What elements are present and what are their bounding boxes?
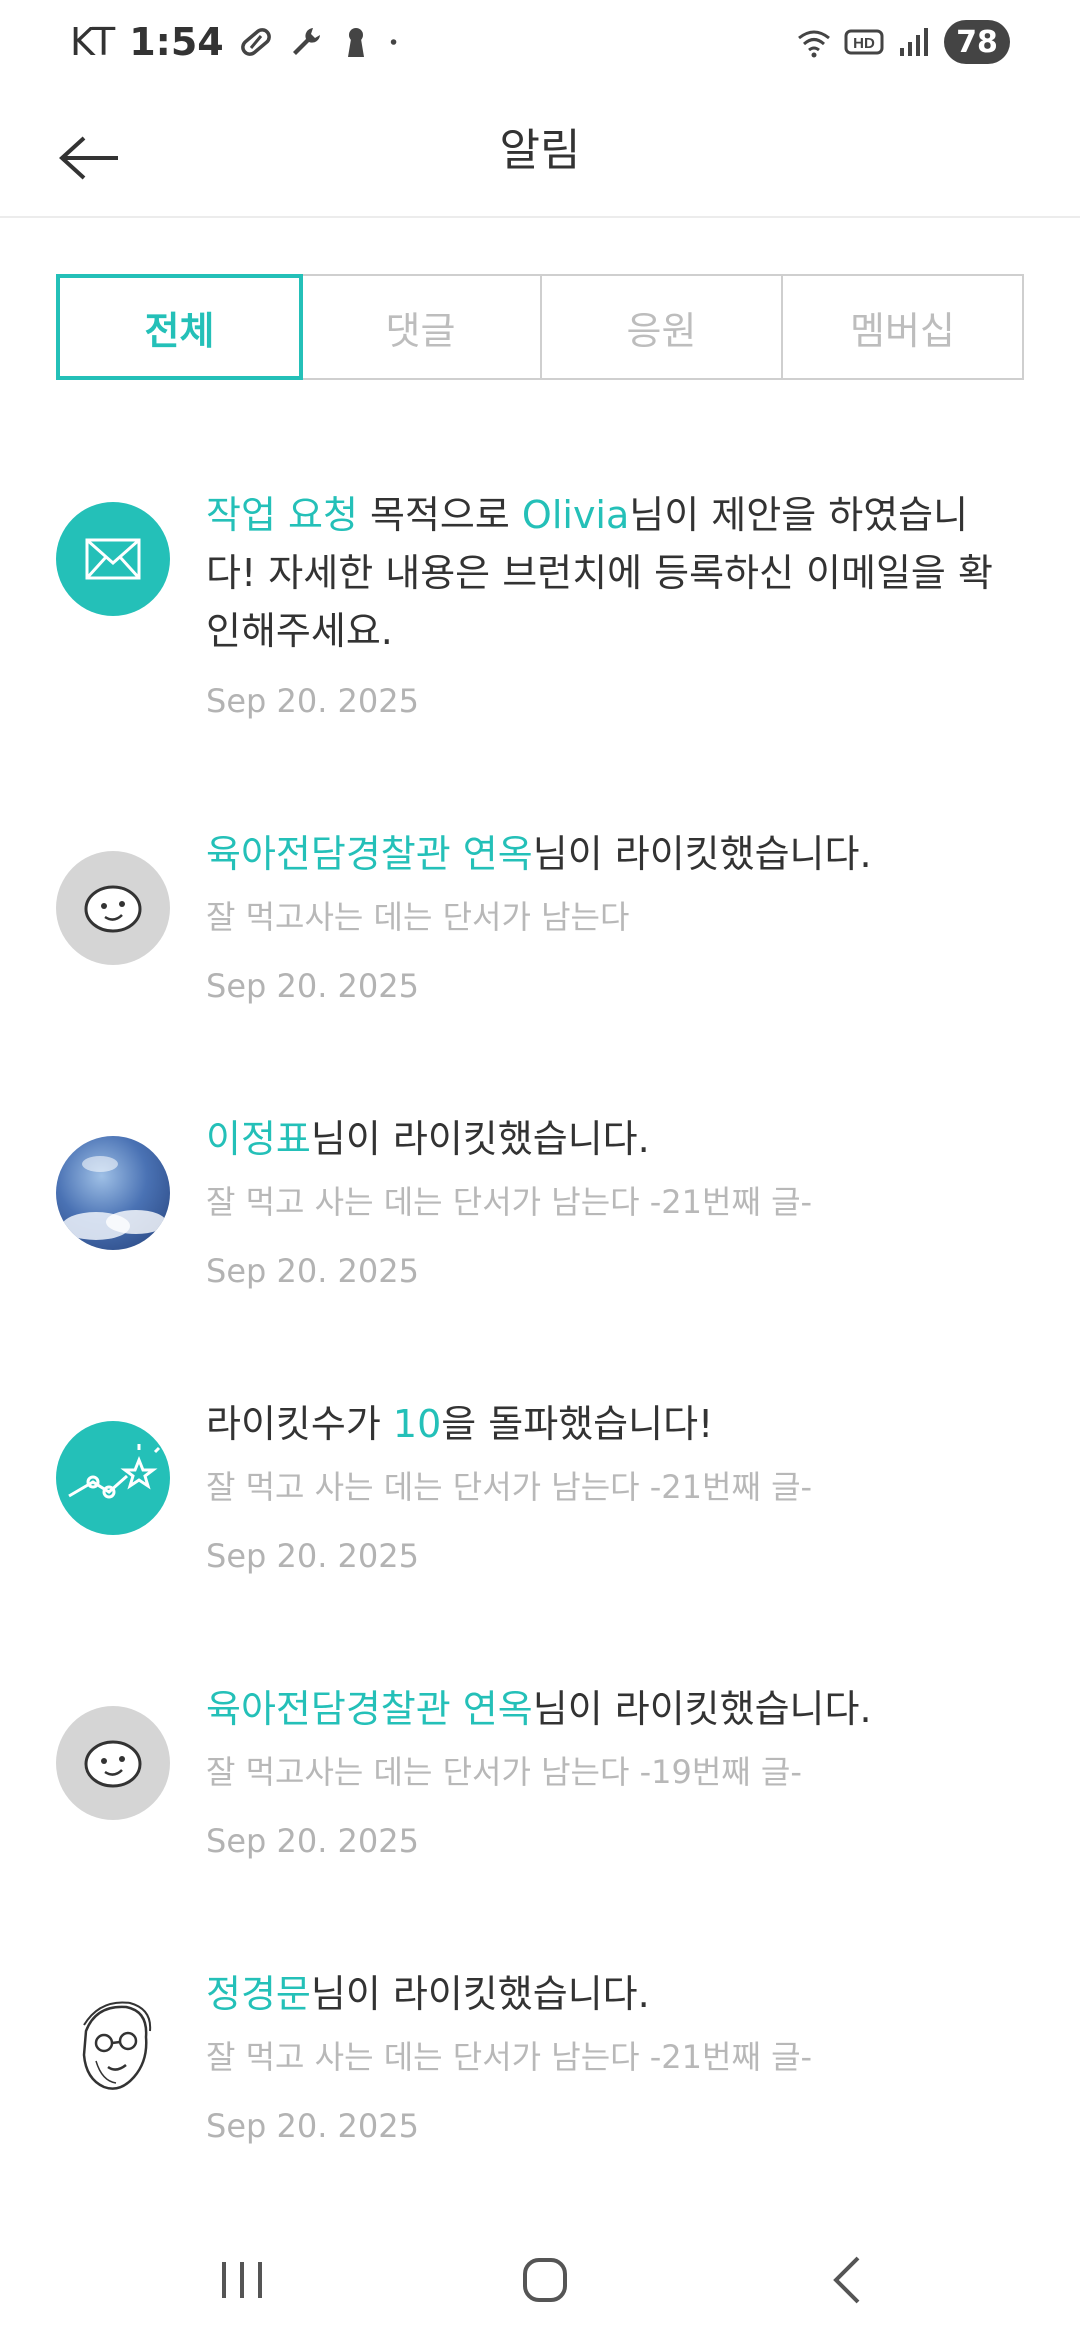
highlight-text: 정경문 — [206, 1972, 311, 2016]
highlight-text: 이정표 — [206, 1117, 311, 1161]
carrier-label: KT — [70, 20, 116, 64]
svg-text:HD: HD — [853, 35, 875, 52]
notification-content: 육아전담경찰관 연옥님이 라이킷했습니다. 잘 먹고사는 데는 단서가 남는다 … — [206, 1680, 1016, 1860]
notification-date: Sep 20. 2025 — [206, 2107, 419, 2145]
status-left: KT 1:54 — [70, 18, 408, 66]
notification-content: 라이킷수가 10을 돌파했습니다! 잘 먹고 사는 데는 단서가 남는다 -21… — [206, 1395, 1016, 1575]
notification-message: 육아전담경찰관 연옥님이 라이킷했습니다. — [206, 1680, 1016, 1738]
notification-message: 작업 요청 목적으로 Olivia님이 제안을 하였습니다! 자세한 내용은 브… — [206, 486, 1016, 660]
notification-item[interactable]: 정경문님이 라이킷했습니다. 잘 먹고 사는 데는 단서가 남는다 -21번째 … — [0, 1965, 1080, 2225]
notification-date: Sep 20. 2025 — [206, 1822, 419, 1860]
notification-message: 이정표님이 라이킷했습니다. — [206, 1110, 1016, 1168]
notification-content: 정경문님이 라이킷했습니다. 잘 먹고 사는 데는 단서가 남는다 -21번째 … — [206, 1965, 1016, 2145]
sky-photo-avatar — [56, 1136, 170, 1250]
notification-date: Sep 20. 2025 — [206, 682, 419, 720]
home-icon — [523, 2258, 567, 2302]
notification-item[interactable]: 이정표님이 라이킷했습니다. 잘 먹고 사는 데는 단서가 남는다 -21번째 … — [0, 1110, 1080, 1370]
notification-subtitle: 잘 먹고사는 데는 단서가 남는다 — [206, 898, 630, 936]
nav-back-icon — [833, 2256, 860, 2304]
system-nav-bar — [0, 2220, 1080, 2340]
notification-message: 정경문님이 라이킷했습니다. — [206, 1965, 1016, 2023]
notification-date: Sep 20. 2025 — [206, 1252, 419, 1290]
wifi-icon — [798, 30, 830, 58]
notification-item[interactable]: 라이킷수가 10을 돌파했습니다! 잘 먹고 사는 데는 단서가 남는다 -21… — [0, 1395, 1080, 1655]
notification-message: 육아전담경찰관 연옥님이 라이킷했습니다. — [206, 825, 1016, 883]
highlight-text: 육아전담경찰관 연옥 — [206, 1687, 533, 1731]
battery-indicator: 78 — [944, 20, 1010, 64]
message-text: 님이 라이킷했습니다. — [310, 1117, 650, 1161]
dot-icon — [390, 39, 397, 45]
nav-back-button[interactable] — [808, 2250, 888, 2310]
envelope-icon — [56, 502, 170, 616]
highlight-text: 작업 요청 — [206, 493, 358, 537]
recent-apps-button[interactable] — [202, 2250, 282, 2310]
hd-icon: HD — [844, 29, 884, 55]
smiley-face-avatar — [56, 851, 170, 965]
notification-item[interactable]: 작업 요청 목적으로 Olivia님이 제안을 하였습니다! 자세한 내용은 브… — [0, 470, 1080, 760]
message-text: 라이킷수가 — [206, 1402, 393, 1446]
page-title: 알림 — [499, 125, 581, 176]
status-bar: KT 1:54 HD 78 — [0, 0, 1080, 84]
status-right: HD 78 — [796, 18, 1010, 66]
notification-content: 작업 요청 목적으로 Olivia님이 제안을 하였습니다! 자세한 내용은 브… — [206, 486, 1016, 720]
message-text: 님이 라이킷했습니다. — [532, 1687, 872, 1731]
tab-membership[interactable]: 멤버십 — [783, 276, 1022, 378]
notification-subtitle: 잘 먹고 사는 데는 단서가 남는다 -21번째 글- — [206, 1468, 813, 1506]
highlight-text: 10 — [392, 1402, 442, 1446]
app-header: 알림 — [0, 84, 1080, 218]
pill-icon — [240, 28, 271, 56]
message-text: 님이 라이킷했습니다. — [532, 832, 872, 876]
notification-subtitle: 잘 먹고사는 데는 단서가 남는다 -19번째 글- — [206, 1753, 802, 1791]
keyhole-icon — [347, 28, 364, 57]
notification-subtitle: 잘 먹고 사는 데는 단서가 남는다 -21번째 글- — [206, 2038, 813, 2076]
notification-date: Sep 20. 2025 — [206, 967, 419, 1005]
notification-subtitle: 잘 먹고 사는 데는 단서가 남는다 -21번째 글- — [206, 1183, 813, 1221]
tab-comments[interactable]: 댓글 — [301, 276, 542, 378]
message-text: 목적으로 — [357, 493, 522, 537]
recent-apps-icon — [222, 2262, 262, 2298]
tab-all[interactable]: 전체 — [56, 274, 303, 380]
message-text: 님이 라이킷했습니다. — [310, 1972, 650, 2016]
smiley-face-avatar — [56, 1706, 170, 1820]
message-text: 을 돌파했습니다! — [441, 1402, 714, 1446]
notification-date: Sep 20. 2025 — [206, 1537, 419, 1575]
notification-list: 작업 요청 목적으로 Olivia님이 제안을 하였습니다! 자세한 내용은 브… — [0, 470, 1080, 2145]
notification-item[interactable]: 육아전담경찰관 연옥님이 라이킷했습니다. 잘 먹고사는 데는 단서가 남는다 … — [0, 825, 1080, 1085]
wrench-icon — [292, 28, 320, 55]
clock: 1:54 — [129, 20, 224, 64]
tab-cheers[interactable]: 응원 — [542, 276, 783, 378]
notification-content: 육아전담경찰관 연옥님이 라이킷했습니다. 잘 먹고사는 데는 단서가 남는다 … — [206, 825, 1016, 1005]
notification-content: 이정표님이 라이킷했습니다. 잘 먹고 사는 데는 단서가 남는다 -21번째 … — [206, 1110, 1016, 1290]
highlight-text: 육아전담경찰관 연옥 — [206, 832, 533, 876]
sketch-portrait-avatar — [56, 1991, 170, 2105]
star-chart-icon — [56, 1421, 170, 1535]
notification-item[interactable]: 육아전담경찰관 연옥님이 라이킷했습니다. 잘 먹고사는 데는 단서가 남는다 … — [0, 1680, 1080, 1940]
tab-bar: 전체 댓글 응원 멤버십 — [56, 274, 1024, 380]
home-button[interactable] — [505, 2250, 585, 2310]
highlight-text: Olivia — [521, 493, 630, 537]
signal-icon — [900, 28, 928, 56]
notification-message: 라이킷수가 10을 돌파했습니다! — [206, 1395, 1016, 1453]
